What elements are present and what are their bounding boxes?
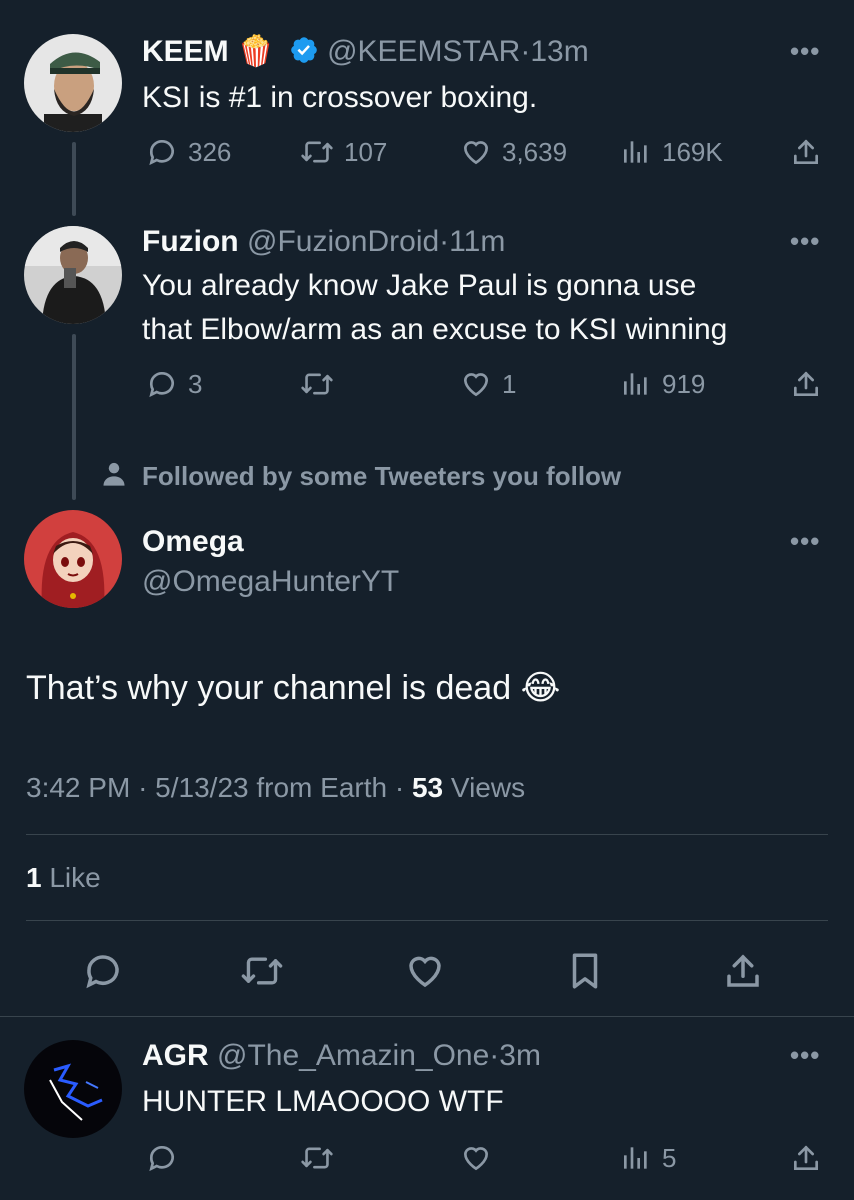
like-button[interactable]: 3,639 (460, 136, 567, 168)
social-context: Followed by some Tweeters you follow (100, 460, 621, 493)
share-button[interactable] (722, 950, 764, 997)
avatar-omega[interactable] (24, 510, 122, 608)
retweet-button[interactable] (300, 1142, 334, 1174)
retweet-icon (240, 957, 284, 996)
tweet-text: HUNTER LMAOOOO WTF (142, 1085, 504, 1118)
tweet-time[interactable]: 13m (530, 35, 588, 68)
author-name[interactable]: Fuzion (142, 225, 239, 258)
retweet-icon (300, 368, 334, 400)
like-icon (460, 136, 492, 168)
divider (26, 834, 828, 835)
person-icon (100, 460, 128, 493)
tweet-time[interactable]: 3m (499, 1039, 541, 1072)
like-icon (460, 368, 492, 400)
bookmark-icon (564, 953, 606, 996)
tweet-header: Fuzion @FuzionDroid·11m (142, 225, 506, 258)
likes-summary[interactable]: 1 Like (26, 862, 101, 894)
reply-icon (146, 1142, 178, 1174)
like-button[interactable]: 1 (460, 368, 516, 400)
reply-icon (146, 136, 178, 168)
views-count: 53 (411, 772, 444, 803)
like-button[interactable] (404, 950, 446, 997)
views-button[interactable]: 919 (620, 368, 705, 400)
author-handle[interactable]: @KEEMSTAR (327, 35, 520, 68)
avatar-fuzion[interactable] (24, 226, 122, 324)
bookmark-button[interactable] (564, 950, 606, 997)
share-button[interactable] (790, 136, 822, 168)
more-options-button[interactable]: ••• (790, 226, 820, 257)
avatar-agr[interactable] (24, 1040, 122, 1138)
share-icon (722, 954, 764, 996)
retweet-button[interactable]: 107 (300, 136, 387, 168)
like-icon (460, 1142, 492, 1174)
reply-button[interactable]: 326 (146, 136, 231, 168)
verified-icon (289, 35, 319, 74)
views-button[interactable]: 169K (620, 136, 723, 168)
more-options-button[interactable]: ••• (790, 1040, 820, 1071)
tweet-time[interactable]: 3:42 PM (26, 772, 130, 803)
more-options-button[interactable]: ••• (790, 526, 820, 557)
like-icon (404, 956, 446, 996)
views-label: Views (450, 772, 526, 803)
views-icon (620, 136, 652, 168)
reply-button[interactable] (146, 1142, 178, 1174)
divider (26, 920, 828, 921)
reply-button[interactable]: 3 (146, 368, 202, 400)
views-icon (620, 1142, 652, 1174)
share-icon (790, 136, 822, 168)
tweet-text-line-2: that Elbow/arm as an excuse to KSI winni… (142, 313, 728, 346)
tweet-header: KEEM 🍿 @KEEMSTAR·13m (142, 34, 589, 74)
like-button[interactable] (460, 1142, 492, 1174)
share-button[interactable] (790, 1142, 822, 1174)
tweet-date-source: 5/13/23 from Earth (155, 772, 388, 803)
retweet-button[interactable] (300, 368, 344, 400)
reply-button[interactable] (82, 950, 124, 997)
author-name[interactable]: Omega (142, 524, 244, 560)
views-button[interactable]: 5 (620, 1142, 676, 1174)
laughing-emoji: 😂 (520, 669, 561, 707)
reply-icon (146, 368, 178, 400)
retweet-icon (300, 1142, 334, 1174)
views-icon (620, 368, 652, 400)
reply-icon (82, 955, 124, 996)
author-handle[interactable]: @OmegaHunterYT (142, 564, 399, 600)
retweet-icon (300, 136, 334, 168)
avatar-keem[interactable] (24, 34, 122, 132)
share-button[interactable] (790, 368, 822, 400)
author-name[interactable]: AGR (142, 1039, 209, 1072)
thread-line (72, 142, 76, 216)
tweet-header: AGR @The_Amazin_One·3m (142, 1039, 541, 1072)
author-name[interactable]: KEEM (142, 35, 229, 68)
popcorn-emoji: 🍿 (237, 35, 275, 68)
share-icon (790, 1142, 822, 1174)
tweet-text: KSI is #1 in crossover boxing. (142, 81, 538, 114)
retweet-button[interactable] (240, 950, 284, 997)
tweet-text-line-1: You already know Jake Paul is gonna use (142, 269, 697, 302)
tweet-metadata: 3:42 PM · 5/13/23 from Earth · 53 Views (26, 772, 526, 803)
tweet-time[interactable]: 11m (449, 225, 505, 258)
author-handle[interactable]: @The_Amazin_One (217, 1039, 489, 1072)
divider (0, 1016, 854, 1017)
more-options-button[interactable]: ••• (790, 36, 820, 67)
share-icon (790, 368, 822, 400)
focused-tweet-text: That’s why your channel is dead 😂 (26, 669, 561, 707)
thread-line (72, 334, 76, 500)
author-handle[interactable]: @FuzionDroid (247, 225, 439, 258)
